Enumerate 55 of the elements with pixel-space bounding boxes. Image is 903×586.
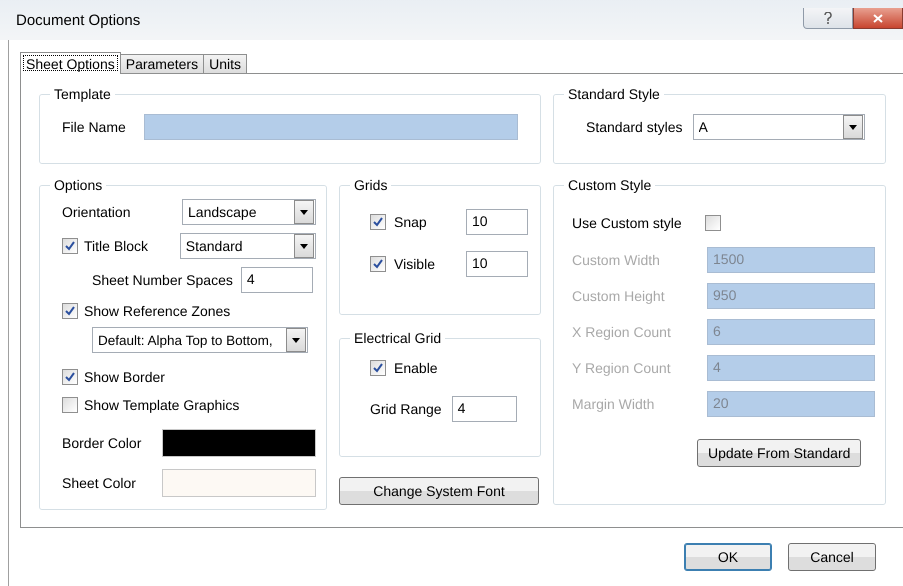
checkbox[interactable] (705, 215, 721, 231)
checkbox-label: Show Border (84, 369, 165, 385)
help-icon (824, 12, 832, 24)
close-icon (873, 14, 883, 22)
field-label: Sheet Number Spaces (92, 272, 233, 288)
checkbox-label: Title Block (84, 238, 148, 254)
checkbox[interactable] (62, 303, 78, 319)
close-button[interactable] (853, 8, 903, 29)
tab[interactable]: Units (203, 54, 247, 74)
field-label: Orientation (62, 204, 132, 220)
checkbox-label: Use Custom style (572, 215, 683, 231)
grid-range-field[interactable]: 4 (452, 396, 517, 422)
checkbox-label: Show Reference Zones (84, 303, 230, 319)
field-label: Custom Height (572, 288, 666, 304)
field-label: Margin Width (572, 396, 656, 412)
window-title: Document Options (16, 12, 140, 28)
field-label: Y Region Count (572, 360, 672, 376)
field-label: File Name (62, 119, 126, 135)
group-title: Electrical Grid (353, 330, 442, 346)
checkbox-label: Visible (394, 256, 435, 272)
standard-styles-dropdown[interactable]: A (692, 114, 864, 140)
tab[interactable]: Sheet Options (20, 52, 121, 74)
field-label: Sheet Color (62, 475, 137, 491)
title-block-dropdown[interactable]: Standard (180, 233, 316, 259)
checkbox[interactable] (62, 369, 78, 385)
group-title: Template (53, 86, 112, 102)
dialog-button[interactable]: OK (684, 543, 772, 571)
grid-size-field[interactable]: 10 (466, 209, 528, 235)
field-label: Standard styles (586, 119, 682, 135)
checkbox[interactable] (370, 360, 386, 376)
group-title: Grids (353, 177, 388, 193)
group-title: Custom Style (567, 177, 652, 193)
field-label: Border Color (62, 435, 142, 451)
checkbox[interactable] (62, 238, 78, 254)
checkbox-label: Show Template Graphics (84, 397, 240, 413)
checkbox[interactable] (370, 214, 386, 230)
checkbox-label: Enable (394, 360, 438, 376)
color-swatch[interactable] (162, 469, 316, 497)
field-label: X Region Count (572, 324, 672, 340)
dialog-button[interactable]: Cancel (788, 543, 876, 571)
field-label: Custom Width (572, 252, 661, 268)
orientation-dropdown[interactable]: Landscape (182, 199, 316, 225)
checkbox-label: Snap (394, 214, 427, 230)
reference-zones-dropdown[interactable]: Default: Alpha Top to Bottom, (92, 327, 308, 353)
group-title: Standard Style (567, 86, 661, 102)
change-system-font-button[interactable]: Change System Font (339, 477, 539, 505)
tab[interactable]: Parameters (120, 54, 204, 74)
group-title: Options (53, 177, 104, 193)
checkbox[interactable] (62, 397, 78, 413)
checkbox[interactable] (370, 256, 386, 272)
grid-size-field[interactable]: 10 (466, 251, 528, 277)
sheet-number-spaces-field[interactable]: 4 (240, 267, 313, 293)
color-swatch[interactable] (162, 429, 316, 457)
update-from-standard-button[interactable]: Update From Standard (697, 439, 862, 467)
field-label: Grid Range (370, 401, 442, 417)
